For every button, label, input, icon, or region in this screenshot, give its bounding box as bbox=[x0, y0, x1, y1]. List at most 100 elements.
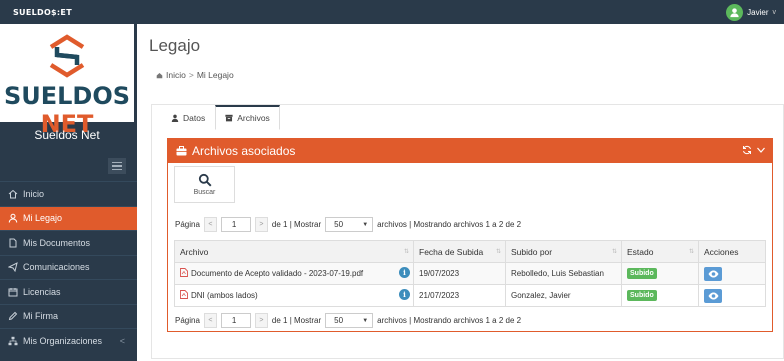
pager-label: Página bbox=[175, 220, 200, 229]
page-title: Legajo bbox=[149, 36, 201, 55]
file-icon bbox=[7, 237, 19, 249]
fecha-cell: 21/07/2023 bbox=[413, 284, 506, 307]
page-input[interactable]: 1 bbox=[220, 217, 251, 232]
page-size-select[interactable]: 50 ▼ bbox=[325, 313, 374, 328]
user-menu[interactable]: Javier v bbox=[726, 3, 777, 21]
search-icon bbox=[198, 173, 212, 187]
pager-of-text: de 1 | Mostrar bbox=[271, 316, 322, 325]
files-table: Archivo ⇅ Fecha de Subida ⇅ Subido por ⇅ Es… bbox=[174, 240, 766, 307]
pager-of-text: de 1 | Mostrar bbox=[271, 220, 322, 229]
sidebar-item-mis-organizaciones[interactable]: Mis Organizaciones < bbox=[0, 328, 137, 353]
chevron-down-icon: ▼ bbox=[362, 317, 369, 324]
tab-bar: Datos Archivos bbox=[161, 105, 280, 130]
subido-por-cell: Rebolledo, Luis Sebastian bbox=[505, 262, 622, 285]
sidebar-item-label: Inicio bbox=[23, 188, 45, 199]
sitemap-icon bbox=[7, 335, 19, 347]
breadcrumb-home-link[interactable]: Inicio bbox=[166, 70, 186, 80]
column-header-fecha[interactable]: Fecha de Subida ⇅ bbox=[413, 240, 506, 263]
briefcase-icon bbox=[176, 146, 187, 156]
user-icon bbox=[171, 114, 179, 122]
sidebar-item-label: Mi Firma bbox=[23, 311, 58, 322]
tab-label: Archivos bbox=[237, 113, 270, 123]
user-icon bbox=[7, 212, 19, 224]
sidebar-item-licencias[interactable]: Licencias bbox=[0, 279, 137, 304]
pager-next-button[interactable]: > bbox=[254, 217, 268, 232]
search-label: Buscar bbox=[193, 189, 216, 196]
sort-icon: ⇅ bbox=[495, 249, 501, 255]
sidebar-item-mis-documentos[interactable]: Mis Documentos bbox=[0, 230, 137, 255]
pager-prev-button[interactable]: < bbox=[203, 313, 217, 328]
page-input[interactable]: 1 bbox=[220, 313, 251, 328]
table-header-row: Archivo ⇅ Fecha de Subida ⇅ Subido por ⇅ Es… bbox=[174, 240, 766, 263]
status-badge: Subido bbox=[627, 290, 657, 301]
box-title: Archivos asociados bbox=[192, 144, 296, 158]
eye-icon bbox=[708, 270, 718, 277]
view-button[interactable] bbox=[704, 266, 722, 281]
tab-datos[interactable]: Datos bbox=[161, 105, 215, 130]
user-avatar-icon bbox=[730, 7, 739, 17]
chevron-left-icon: < bbox=[119, 335, 125, 346]
file-name-link[interactable]: Documento de Acepto validado - 2023-07-1… bbox=[191, 269, 363, 278]
pager-summary: archivos | Mostrando archivos 1 a 2 de 2 bbox=[377, 220, 522, 229]
navbar-brand[interactable]: SUELDO$:ET bbox=[13, 8, 72, 17]
sidebar-item-label: Mi Legajo bbox=[23, 213, 63, 224]
sidebar-item-comunicaciones[interactable]: Comunicaciones bbox=[0, 254, 137, 280]
sidebar-item-label: Mis Organizaciones bbox=[23, 335, 103, 346]
info-icon[interactable]: i bbox=[399, 267, 410, 278]
column-header-acciones: Acciones bbox=[698, 240, 766, 263]
box-header: Archivos asociados bbox=[168, 139, 772, 163]
pager-label: Página bbox=[175, 316, 200, 325]
column-header-archivo[interactable]: Archivo ⇅ bbox=[174, 240, 414, 263]
sort-icon: ⇅ bbox=[611, 249, 617, 255]
search-button[interactable]: Buscar bbox=[174, 166, 235, 203]
sidebar-item-label: Licencias bbox=[23, 286, 61, 297]
sidebar-item-inicio[interactable]: Inicio bbox=[0, 181, 137, 206]
logo-mark-icon bbox=[49, 34, 85, 78]
chevron-down-icon: ▼ bbox=[362, 221, 369, 228]
chevron-down-icon[interactable]: v bbox=[773, 9, 777, 16]
sidebar: SUELDOS NET Sueldos Net Inicio Mi Legajo… bbox=[0, 24, 137, 361]
main-content: Legajo Inicio > Mi Legajo Datos Archivos… bbox=[137, 24, 784, 361]
sidebar-item-mi-legajo[interactable]: Mi Legajo bbox=[0, 205, 137, 230]
pager-summary: archivos | Mostrando archivos 1 a 2 de 2 bbox=[377, 316, 522, 325]
info-icon[interactable]: i bbox=[399, 289, 410, 300]
box-tools bbox=[742, 145, 766, 155]
pager-bottom: Página < 1 > de 1 | Mostrar 50 ▼ archivos… bbox=[175, 313, 521, 328]
archivos-box: Archivos asociados Buscar Página < 1 > d… bbox=[167, 138, 773, 332]
pen-icon bbox=[7, 310, 19, 322]
home-icon bbox=[156, 72, 163, 78]
archive-icon bbox=[225, 114, 233, 122]
sidebar-item-label: Mis Documentos bbox=[23, 237, 91, 248]
pager-prev-button[interactable]: < bbox=[203, 217, 217, 232]
tab-label: Datos bbox=[183, 112, 206, 123]
table-row: DNI (ambos lados) i 21/07/2023 Gonzalez, … bbox=[174, 284, 766, 307]
column-header-estado[interactable]: Estado ⇅ bbox=[621, 240, 699, 263]
logo[interactable]: SUELDOS NET bbox=[0, 24, 134, 138]
top-navbar: SUELDO$:ET Javier v bbox=[0, 0, 784, 24]
view-button[interactable] bbox=[704, 288, 722, 303]
breadcrumb-separator: > bbox=[188, 70, 194, 80]
sidebar-menu: Inicio Mi Legajo Mis Documentos Comunica… bbox=[0, 181, 137, 353]
breadcrumb: Inicio > Mi Legajo bbox=[156, 70, 234, 80]
tab-archivos[interactable]: Archivos bbox=[215, 105, 280, 130]
refresh-icon[interactable] bbox=[742, 145, 752, 155]
pager-next-button[interactable]: > bbox=[254, 313, 268, 328]
collapse-icon[interactable] bbox=[756, 145, 766, 155]
sort-icon: ⇅ bbox=[688, 249, 694, 255]
status-badge: Subido bbox=[627, 268, 657, 279]
subido-por-cell: Gonzalez, Javier bbox=[505, 284, 622, 307]
pager-top: Página < 1 > de 1 | Mostrar 50 ▼ archivos… bbox=[175, 217, 521, 232]
breadcrumb-current: Mi Legajo bbox=[196, 70, 234, 80]
table-row: Documento de Acepto validado - 2023-07-1… bbox=[174, 262, 766, 285]
fecha-cell: 19/07/2023 bbox=[413, 262, 506, 285]
page-size-select[interactable]: 50 ▼ bbox=[325, 217, 374, 232]
sidebar-item-mi-firma[interactable]: Mi Firma bbox=[0, 303, 137, 329]
sidebar-title: Sueldos Net bbox=[34, 128, 100, 142]
calendar-icon bbox=[7, 286, 19, 298]
sidebar-toggle-button[interactable] bbox=[108, 158, 126, 174]
paper-plane-icon bbox=[7, 261, 19, 273]
user-name[interactable]: Javier bbox=[747, 8, 768, 17]
file-name-link[interactable]: DNI (ambos lados) bbox=[191, 291, 258, 300]
avatar[interactable] bbox=[726, 3, 744, 21]
column-header-subido-por[interactable]: Subido por ⇅ bbox=[505, 240, 622, 263]
